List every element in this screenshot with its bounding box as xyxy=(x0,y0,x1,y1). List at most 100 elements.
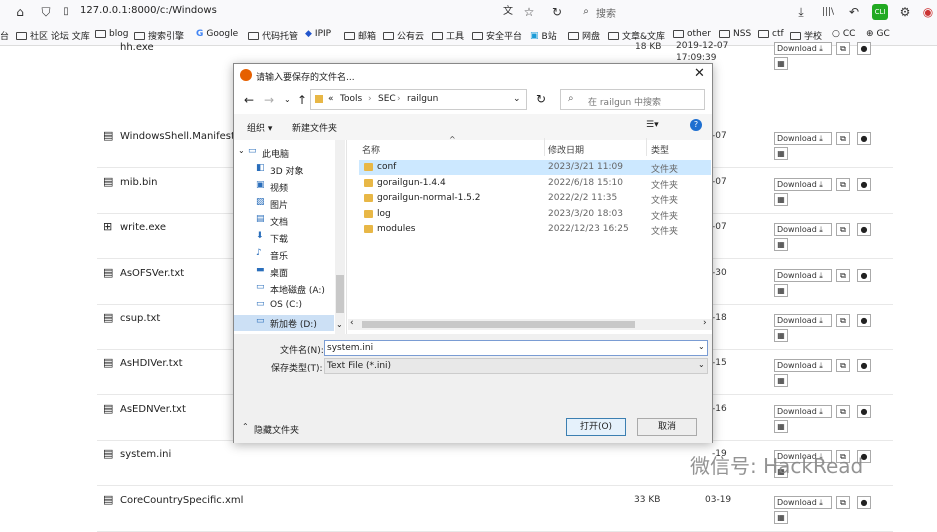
nav-item[interactable]: ◧ 3D 对象 xyxy=(234,162,334,178)
copy-icon[interactable]: ⧉ xyxy=(836,223,850,237)
addon-icon[interactable]: ◉ xyxy=(920,4,936,20)
nav-scrollbar-thumb[interactable] xyxy=(336,275,344,313)
bookmark-0[interactable]: 台 xyxy=(0,29,9,42)
dialog-search-input[interactable]: ⌕ 在 railgun 中搜索 xyxy=(560,89,705,110)
copy-icon[interactable]: ⧉ xyxy=(836,268,850,282)
search-input[interactable]: 搜索 xyxy=(596,5,616,20)
scroll-right-icon[interactable]: › xyxy=(703,318,707,328)
download-button[interactable]: Download ⤓ xyxy=(774,404,832,418)
translate-ext-icon[interactable]: ⚙ xyxy=(897,4,913,20)
nav-item[interactable]: ▨ 图片 xyxy=(234,196,334,212)
bookmark-9[interactable]: 工具 xyxy=(432,29,464,42)
download-button[interactable]: Download ⤓ xyxy=(774,132,832,146)
bookmark-12[interactable]: 网盘 xyxy=(568,29,600,42)
nav-item[interactable]: ⬇ 下载 xyxy=(234,230,334,246)
horizontal-scrollbar-thumb[interactable] xyxy=(362,321,635,328)
qrcode-icon[interactable]: ▦ xyxy=(774,374,788,388)
nav-item[interactable]: ▣ 视频 xyxy=(234,179,334,195)
bookmark-6[interactable]: ◆ IPIP xyxy=(305,29,331,39)
qrcode-icon[interactable]: ▦ xyxy=(774,147,788,161)
info-icon[interactable]: ● xyxy=(857,359,871,373)
file-name[interactable]: hh.exe xyxy=(120,42,154,53)
folder-row[interactable]: log 2023/3/20 18:03 文件夹 xyxy=(359,207,711,222)
column-date[interactable]: 修改日期 xyxy=(548,143,584,156)
chevron-down-icon[interactable]: ⌄ xyxy=(238,146,245,155)
star-icon[interactable]: ☆ xyxy=(521,4,537,20)
recent-dropdown-icon[interactable]: ⌄ xyxy=(284,95,291,104)
file-name[interactable]: write.exe xyxy=(120,222,166,233)
info-icon[interactable]: ● xyxy=(857,314,871,327)
copy-icon[interactable]: ⧉ xyxy=(836,359,850,373)
file-name[interactable]: AsOFSVer.txt xyxy=(120,268,184,279)
bookmark-8[interactable]: 公有云 xyxy=(383,29,424,42)
view-icon[interactable]: ☰▾ xyxy=(646,120,659,130)
file-name[interactable]: system.ini xyxy=(120,449,171,460)
breadcrumb-3[interactable]: railgun xyxy=(407,94,438,104)
qrcode-icon[interactable]: ▦ xyxy=(774,419,788,433)
file-name[interactable]: CoreCountrySpecific.xml xyxy=(120,495,243,506)
translate-icon[interactable]: 文 xyxy=(500,4,516,20)
organize-button[interactable]: 组织 ▾ xyxy=(247,121,272,134)
copy-icon[interactable]: ⧉ xyxy=(836,404,850,418)
bookmark-10[interactable]: 安全平台 xyxy=(472,29,522,42)
nav-item[interactable]: ⌄ ▭ 此电脑 xyxy=(234,145,334,161)
breadcrumb-0[interactable]: « xyxy=(328,94,334,104)
file-name[interactable]: csup.txt xyxy=(120,313,160,324)
info-icon[interactable]: ● xyxy=(857,177,871,191)
download-button[interactable]: Download ⤓ xyxy=(774,42,832,55)
address-bar[interactable]: « Tools › SEC › railgun ⌄ xyxy=(310,89,527,110)
download-button[interactable]: Download ⤓ xyxy=(774,359,832,373)
bookmark-13[interactable]: 文章&文库 xyxy=(608,29,665,42)
file-name[interactable]: mib.bin xyxy=(120,177,158,188)
url-text[interactable]: 127.0.0.1:8000/c:/Windows xyxy=(80,5,217,16)
download-icon[interactable]: ⤓ xyxy=(793,4,809,20)
download-button[interactable]: Download ⤓ xyxy=(774,177,832,191)
close-icon[interactable]: ✕ xyxy=(694,66,705,81)
bookmark-5[interactable]: 代码托管 xyxy=(248,29,298,42)
download-button[interactable]: Download ⤓ xyxy=(774,314,832,327)
horizontal-scrollbar[interactable]: ‹ › xyxy=(348,318,712,330)
nav-scrollbar[interactable]: ⌄ xyxy=(335,140,345,334)
qrcode-icon[interactable]: ▦ xyxy=(774,283,788,297)
folder-row[interactable]: gorailgun-1.4.4 2022/6/18 15:10 文件夹 xyxy=(359,176,711,191)
bookmark-16[interactable]: ctf xyxy=(758,29,784,39)
bookmark-18[interactable]: ○ CC xyxy=(832,29,855,39)
up-icon[interactable]: ↑ xyxy=(297,93,307,107)
back-icon[interactable]: ← xyxy=(244,93,254,107)
chevron-up-icon[interactable]: ⌃ xyxy=(242,422,249,431)
info-icon[interactable]: ● xyxy=(857,42,871,55)
undo-icon[interactable]: ↶ xyxy=(846,4,862,20)
bookmark-7[interactable]: 邮箱 xyxy=(344,29,376,42)
column-type[interactable]: 类型 xyxy=(651,143,669,156)
extension-icon[interactable]: CLI xyxy=(872,4,888,20)
info-icon[interactable]: ● xyxy=(857,223,871,237)
help-icon[interactable]: ? xyxy=(690,119,702,131)
scroll-down-icon[interactable]: ⌄ xyxy=(336,320,343,329)
qrcode-icon[interactable]: ▦ xyxy=(774,510,788,524)
chevron-down-icon[interactable]: ⌄ xyxy=(513,94,521,104)
bookmark-15[interactable]: NSS xyxy=(719,29,751,39)
reload-icon[interactable]: ↻ xyxy=(549,4,565,20)
qrcode-icon[interactable]: ▦ xyxy=(774,329,788,342)
download-button[interactable]: Download ⤓ xyxy=(774,223,832,237)
nav-item[interactable]: ▤ 文档 xyxy=(234,213,334,229)
nav-item[interactable]: ▬ 桌面 xyxy=(234,264,334,280)
nav-item[interactable]: ♪ 音乐 xyxy=(234,247,334,263)
home-icon[interactable]: ⌂ xyxy=(12,4,28,20)
cancel-button[interactable]: 取消 xyxy=(637,418,697,436)
info-icon[interactable]: ● xyxy=(857,132,871,146)
qrcode-icon[interactable]: ▦ xyxy=(774,192,788,206)
hide-folders-button[interactable]: 隐藏文件夹 xyxy=(254,423,299,436)
copy-icon[interactable]: ⧉ xyxy=(836,42,850,55)
file-name[interactable]: AsEDNVer.txt xyxy=(120,404,186,415)
bookmark-1[interactable]: 社区 论坛 文库 xyxy=(16,29,90,42)
bookmark-11[interactable]: ▣ B站 xyxy=(530,29,557,43)
bookmark-3[interactable]: 搜索引擎 xyxy=(134,29,184,42)
bookmark-17[interactable]: 学校 xyxy=(790,29,822,42)
new-folder-button[interactable]: 新建文件夹 xyxy=(292,121,337,134)
filetype-select[interactable]: Text File (*.ini) ⌄ xyxy=(324,358,708,374)
breadcrumb-1[interactable]: Tools xyxy=(340,94,362,104)
bookmark-4[interactable]: G Google xyxy=(196,29,238,39)
copy-icon[interactable]: ⧉ xyxy=(836,132,850,146)
refresh-icon[interactable]: ↻ xyxy=(536,92,546,106)
